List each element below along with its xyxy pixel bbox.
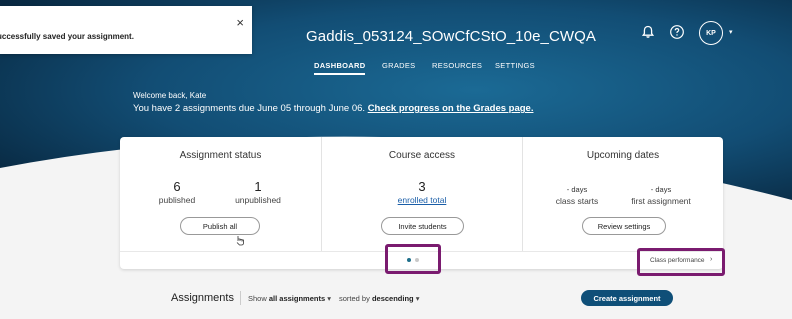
upcoming-dates-title: Upcoming dates <box>586 150 660 161</box>
course-access-title: Course access <box>388 150 456 161</box>
chevron-down-icon: ▾ <box>415 294 420 303</box>
enrolled-total-link[interactable]: enrolled total <box>392 195 452 205</box>
carousel-dot-active[interactable] <box>407 258 411 262</box>
first-assignment-value: - days <box>650 185 672 194</box>
assignment-status-title: Assignment status <box>179 150 262 161</box>
tab-settings[interactable]: SETTINGS <box>495 61 535 70</box>
unpublished-label: unpublished <box>235 195 281 205</box>
mouse-cursor-icon <box>235 233 245 251</box>
enrolled-count: 3 <box>418 179 426 194</box>
toast-message: uccessfully saved your assignment. <box>0 32 134 41</box>
bell-icon[interactable] <box>640 24 656 40</box>
main-nav: DASHBOARD GRADES RESOURCES SETTINGS <box>0 61 792 75</box>
class-starts-value: - days <box>566 185 588 194</box>
tab-resources[interactable]: RESOURCES <box>432 61 482 70</box>
invite-students-button[interactable]: Invite students <box>381 217 464 235</box>
assignments-heading: Assignments <box>171 292 234 304</box>
published-label: published <box>158 195 196 205</box>
course-title: Gaddis_053124_SOwCfCStO_10e_CWQA <box>306 28 597 45</box>
chevron-down-icon[interactable]: ▾ <box>729 28 733 36</box>
close-icon[interactable]: × <box>236 16 244 29</box>
carousel-dot[interactable] <box>415 258 419 262</box>
sort-value: descending <box>371 294 414 303</box>
review-settings-button[interactable]: Review settings <box>582 217 666 235</box>
carousel-highlight <box>385 244 441 274</box>
upcoming-dates-panel: Upcoming dates - days class starts - day… <box>522 137 723 251</box>
class-performance-link[interactable]: Class performance <box>650 257 705 264</box>
show-filter-dropdown[interactable]: Show all assignments ▾ <box>248 294 331 303</box>
show-prefix: Show <box>248 294 267 303</box>
course-access-panel: Course access 3 enrolled total Invite st… <box>321 137 522 251</box>
due-summary: You have 2 assignments due June 05 throu… <box>133 103 533 114</box>
success-toast: uccessfully saved your assignment. × <box>0 6 252 54</box>
class-starts-label: class starts <box>555 196 599 206</box>
help-circle-icon[interactable] <box>669 24 685 40</box>
assignment-status-panel: Assignment status 6 published 1 unpublis… <box>120 137 321 251</box>
published-count: 6 <box>173 179 181 194</box>
grades-progress-link[interactable]: Check progress on the Grades page. <box>368 103 534 114</box>
tab-dashboard[interactable]: DASHBOARD <box>314 61 366 75</box>
due-text: You have 2 assignments due June 05 throu… <box>133 103 366 114</box>
unpublished-count: 1 <box>254 179 262 194</box>
sort-prefix: sorted by <box>339 294 370 303</box>
divider <box>240 291 241 305</box>
chevron-right-icon[interactable]: › <box>710 256 712 263</box>
avatar[interactable]: KP <box>699 21 723 45</box>
first-assignment-label: first assignment <box>631 196 691 206</box>
chevron-down-icon: ▾ <box>327 294 331 303</box>
create-assignment-button[interactable]: Create assignment <box>581 290 673 306</box>
publish-all-button[interactable]: Publish all <box>180 217 260 235</box>
sort-dropdown[interactable]: sorted by descending ▾ <box>339 294 420 303</box>
welcome-greeting: Welcome back, Kate <box>133 91 207 100</box>
tab-grades[interactable]: GRADES <box>382 61 415 70</box>
show-value: all assignments <box>268 294 326 303</box>
